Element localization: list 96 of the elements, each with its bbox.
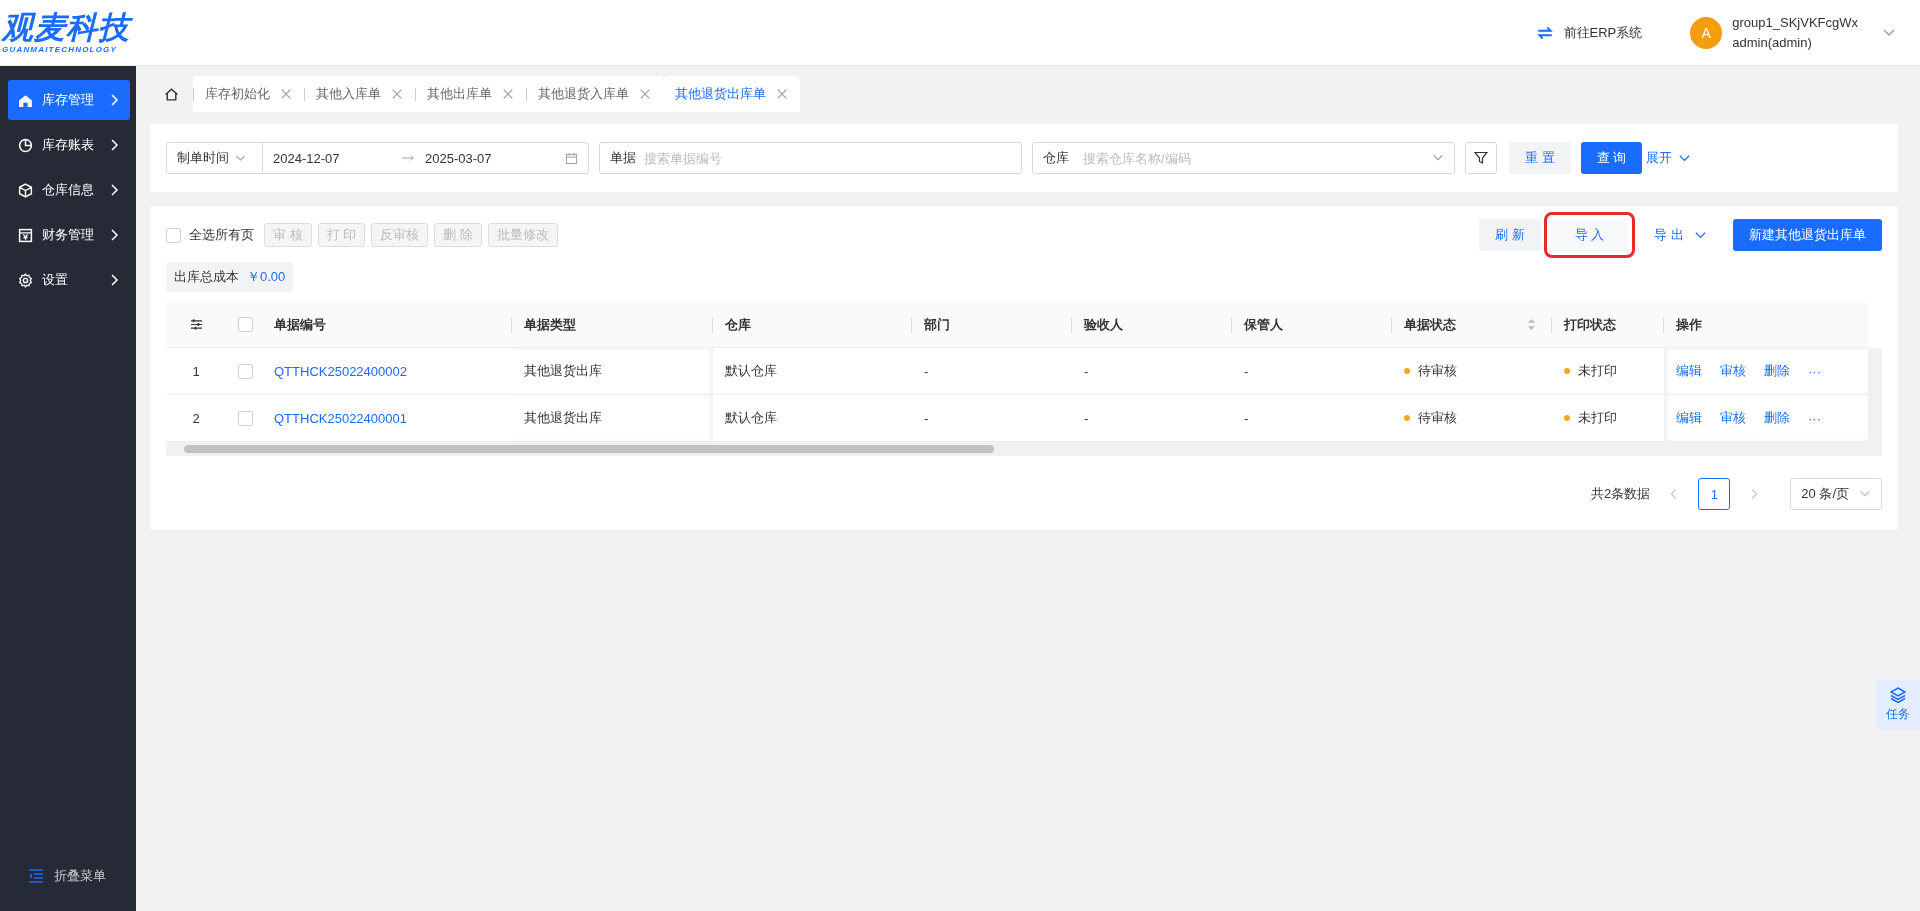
action-link[interactable]: ··· — [1808, 363, 1821, 379]
end-date: 2025-03-07 — [424, 150, 493, 166]
close-icon — [776, 88, 788, 100]
action-button[interactable]: 刷 新 — [1479, 219, 1541, 251]
table-cell: 其他退货出库 — [524, 362, 602, 380]
table-cell: - — [1084, 410, 1089, 426]
action-link[interactable]: 审核 — [1720, 362, 1746, 380]
table-cell: 默认仓库 — [725, 362, 777, 380]
query-button[interactable]: 查 询 — [1580, 142, 1643, 174]
filter-button[interactable] — [1465, 142, 1497, 174]
column-header: 验收人 — [1084, 315, 1124, 334]
pie-chart-icon — [18, 137, 33, 153]
sidebar-item[interactable]: 仓库信息 — [8, 170, 130, 210]
close-icon — [391, 88, 403, 100]
document-search-field[interactable]: 单据 搜索单据编号 — [599, 142, 1022, 174]
row-index: 1 — [192, 363, 200, 379]
row-checkbox[interactable] — [238, 363, 253, 379]
avatar: A — [1690, 16, 1723, 49]
table-cell: 未打印 — [1578, 409, 1617, 427]
sort-icon — [1527, 318, 1536, 331]
action-button[interactable]: 新建其他退货出库单 — [1733, 219, 1882, 251]
summary-label: 出库总成本 — [174, 268, 239, 286]
cube-icon — [18, 182, 33, 198]
select-all-checkbox[interactable]: 全选所有页 — [166, 226, 254, 244]
tab[interactable]: 库存初始化 — [193, 76, 304, 112]
tab[interactable]: 其他出库单 — [415, 76, 526, 112]
field-label: 仓库 — [1043, 149, 1069, 167]
table-cell: - — [1084, 363, 1089, 379]
column-header: 单据编号 — [274, 315, 327, 334]
close-icon — [280, 88, 292, 100]
table-cell: - — [924, 363, 929, 379]
column-header: 单据状态 — [1404, 315, 1457, 334]
home-icon — [18, 92, 33, 108]
reset-button[interactable]: 重 置 — [1509, 142, 1571, 174]
table-cell: 待审核 — [1418, 362, 1457, 380]
action-link[interactable]: ··· — [1808, 410, 1821, 426]
table-cell: - — [1244, 410, 1249, 426]
action-link[interactable]: 删除 — [1764, 362, 1790, 380]
column-header: 单据类型 — [524, 315, 577, 334]
user-role: admin(admin) — [1732, 33, 1813, 52]
table-cell: 待审核 — [1418, 409, 1457, 427]
date-type-select[interactable]: 制单时间 — [167, 143, 263, 173]
sidebar-item[interactable]: 设置 — [8, 260, 130, 300]
table-cell: - — [1244, 363, 1249, 379]
column-header: 操作 — [1676, 315, 1703, 334]
date-range-field[interactable]: 制单时间 2024-12-07 2025-03-07 — [166, 142, 589, 174]
column-header: 仓库 — [725, 315, 752, 334]
calendar-icon — [565, 151, 578, 165]
action-link[interactable]: 编辑 — [1676, 409, 1702, 427]
filter-icon — [1474, 151, 1488, 165]
row-index: 2 — [192, 410, 200, 426]
page-button[interactable]: 1 — [1698, 478, 1731, 510]
settings-icon — [18, 272, 33, 288]
summary-value: ￥0.00 — [247, 268, 286, 286]
arrow-right-icon — [401, 153, 415, 163]
layers-icon — [1890, 687, 1906, 703]
search-input[interactable]: 搜索仓库名称/编码 — [1081, 149, 1420, 167]
warehouse-select[interactable]: 仓库 搜索仓库名称/编码 — [1032, 142, 1455, 174]
table-cell: - — [924, 410, 929, 426]
start-date: 2024-12-07 — [272, 150, 341, 166]
table-cell: 其他退货出库 — [524, 409, 602, 427]
logo-subtitle: GUANMAITECHNOLOGY — [2, 44, 118, 55]
field-label: 单据 — [610, 149, 636, 167]
tab[interactable]: 其他退货入库单 — [526, 76, 663, 112]
page-size-select[interactable]: 20 条/页 — [1790, 478, 1882, 510]
sidebar-item[interactable]: 财务管理 — [8, 215, 130, 255]
collapse-menu-icon — [28, 868, 44, 884]
erp-link[interactable]: 前往ERP系统 — [1535, 23, 1643, 42]
search-input[interactable]: 搜索单据编号 — [642, 149, 1011, 167]
home-icon — [164, 86, 179, 102]
total-count: 共2条数据 — [1591, 485, 1651, 503]
sidebar-item[interactable]: 库存管理 — [8, 80, 130, 120]
collapse-menu-button[interactable]: 折叠菜单 — [8, 867, 130, 885]
tab[interactable]: 其他退货出库单 — [663, 76, 800, 112]
horizontal-scrollbar[interactable] — [166, 442, 1882, 456]
user-name: group1_SKjVKFcgWx — [1732, 13, 1858, 32]
task-button[interactable]: 任务 — [1876, 680, 1920, 730]
column-header: 打印状态 — [1564, 315, 1617, 334]
table-cell: 未打印 — [1578, 362, 1617, 380]
document-number-link[interactable]: QTTHCK25022400002 — [274, 363, 407, 379]
select-all-rows-checkbox[interactable] — [238, 317, 253, 332]
action-link[interactable]: 审核 — [1720, 409, 1746, 427]
sidebar-item[interactable]: 库存账表 — [8, 125, 130, 165]
tab[interactable]: 其他入库单 — [304, 76, 415, 112]
close-icon — [502, 88, 514, 100]
action-link[interactable]: 编辑 — [1676, 362, 1702, 380]
table-cell: 默认仓库 — [725, 409, 777, 427]
cash-register-icon — [18, 227, 33, 243]
document-number-link[interactable]: QTTHCK25022400001 — [274, 410, 407, 426]
row-checkbox[interactable] — [238, 410, 253, 426]
action-link[interactable]: 删除 — [1764, 409, 1790, 427]
column-settings-icon — [189, 318, 203, 331]
close-icon — [639, 88, 651, 100]
expand-link[interactable]: 展开 — [1646, 149, 1692, 167]
column-header: 保管人 — [1244, 315, 1284, 334]
column-header: 部门 — [924, 315, 951, 334]
